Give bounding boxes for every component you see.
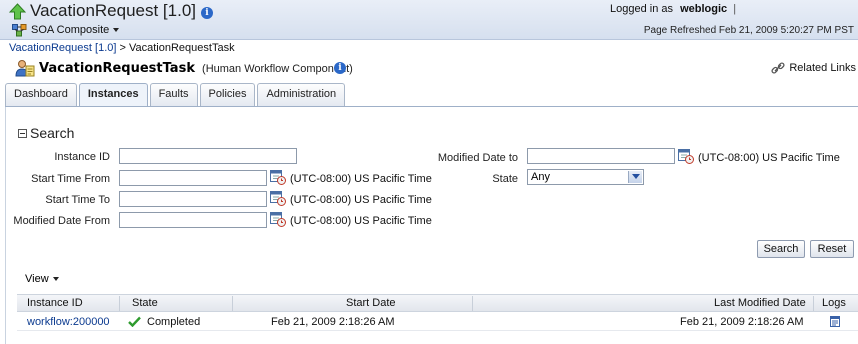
related-links-label: Related Links <box>789 62 856 74</box>
view-menu-label: View <box>25 273 49 285</box>
modified-date-to-input[interactable] <box>527 148 675 164</box>
component-name: VacationRequestTask <box>39 61 195 76</box>
calendar-icon[interactable] <box>270 211 286 227</box>
tab-bar: Dashboard Instances Faults Policies Admi… <box>5 83 347 107</box>
soa-composite-label: SOA Composite <box>31 24 110 36</box>
modified-date-from-label: Modified Date From <box>13 215 110 227</box>
breadcrumb-link-composite[interactable]: VacationRequest [1.0] <box>9 42 116 54</box>
column-divider <box>232 296 233 311</box>
breadcrumb-separator: > <box>119 42 126 54</box>
view-menu[interactable]: View <box>25 273 59 285</box>
state-label: State <box>492 173 518 185</box>
info-icon[interactable]: i <box>334 62 346 74</box>
chevron-down-icon <box>113 28 120 32</box>
search-header[interactable]: Search <box>18 125 74 141</box>
logged-in-label: Logged in as <box>610 3 673 15</box>
login-status: Logged in as weblogic | <box>610 3 736 15</box>
check-icon <box>128 316 141 327</box>
state-select[interactable]: Any <box>527 169 644 185</box>
breadcrumb-current: VacationRequestTask <box>128 42 235 54</box>
username: weblogic <box>680 3 728 15</box>
calendar-icon[interactable] <box>270 190 286 206</box>
last-modified-value: Feb 21, 2009 2:18:26 AM <box>680 316 804 328</box>
component-type: (Human Workflow Component) <box>202 63 353 75</box>
collapse-icon[interactable] <box>18 128 27 138</box>
soa-composite-menu[interactable]: SOA Composite <box>12 23 120 37</box>
tab-faults[interactable]: Faults <box>149 83 198 106</box>
up-arrow-icon[interactable] <box>9 3 26 20</box>
instance-id-label: Instance ID <box>54 151 110 163</box>
timezone-label: (UTC-08:00) US Pacific Time <box>698 152 840 164</box>
instance-id-link[interactable]: workflow:200000 <box>27 316 110 328</box>
state-selected-value: Any <box>531 171 550 183</box>
column-divider <box>813 296 814 311</box>
timezone-label: (UTC-08:00) US Pacific Time <box>290 215 432 227</box>
log-icon[interactable] <box>830 316 840 327</box>
reset-button[interactable]: Reset <box>810 240 854 258</box>
app-title: VacationRequest [1.0] <box>30 1 197 20</box>
header-bar: VacationRequest [1.0] i SOA Composite Lo… <box>0 0 858 40</box>
component-title: VacationRequestTask (Human Workflow Comp… <box>39 61 353 76</box>
tab-policies[interactable]: Policies <box>199 83 256 106</box>
tab-administration[interactable]: Administration <box>257 83 346 106</box>
column-header-instance-id[interactable]: Instance ID <box>27 297 83 309</box>
column-header-start-date[interactable]: Start Date <box>346 297 396 309</box>
start-time-to-label: Start Time To <box>45 194 110 206</box>
chevron-down-icon[interactable] <box>628 171 642 183</box>
modified-date-from-input[interactable] <box>119 212 267 228</box>
calendar-icon[interactable] <box>270 169 286 185</box>
human-workflow-icon <box>15 60 35 77</box>
info-icon[interactable]: i <box>201 7 213 19</box>
column-header-logs[interactable]: Logs <box>822 297 846 309</box>
composite-icon <box>12 23 27 36</box>
search-button[interactable]: Search <box>757 240 805 258</box>
start-time-from-input[interactable] <box>119 170 267 186</box>
table-row[interactable]: workflow:200000 Completed Feb 21, 2009 2… <box>17 313 858 331</box>
start-date-value: Feb 21, 2009 2:18:26 AM <box>271 316 395 328</box>
calendar-icon[interactable] <box>678 148 694 164</box>
search-title: Search <box>30 125 75 141</box>
page-refreshed: Page Refreshed Feb 21, 2009 5:20:27 PM P… <box>643 25 854 36</box>
tab-dashboard[interactable]: Dashboard <box>5 83 77 106</box>
timezone-label: (UTC-08:00) US Pacific Time <box>290 194 432 206</box>
column-divider <box>472 296 473 311</box>
modified-date-to-label: Modified Date to <box>437 152 518 164</box>
user-separator: | <box>733 3 737 15</box>
related-links-button[interactable]: Related Links <box>771 61 856 75</box>
column-header-last-modified[interactable]: Last Modified Date <box>714 297 806 309</box>
chevron-down-icon <box>52 277 59 281</box>
start-time-from-label: Start Time From <box>31 173 110 185</box>
instance-id-input[interactable] <box>119 148 297 164</box>
tab-instances[interactable]: Instances <box>78 83 148 107</box>
table-header: Instance ID State Start Date Last Modifi… <box>17 294 858 312</box>
link-icon <box>771 62 785 74</box>
start-time-to-input[interactable] <box>119 191 267 207</box>
column-header-state[interactable]: State <box>132 297 158 309</box>
breadcrumb: VacationRequest [1.0] > VacationRequestT… <box>9 42 235 54</box>
timezone-label: (UTC-08:00) US Pacific Time <box>290 173 432 185</box>
state-value: Completed <box>147 316 201 328</box>
column-divider <box>119 296 120 311</box>
